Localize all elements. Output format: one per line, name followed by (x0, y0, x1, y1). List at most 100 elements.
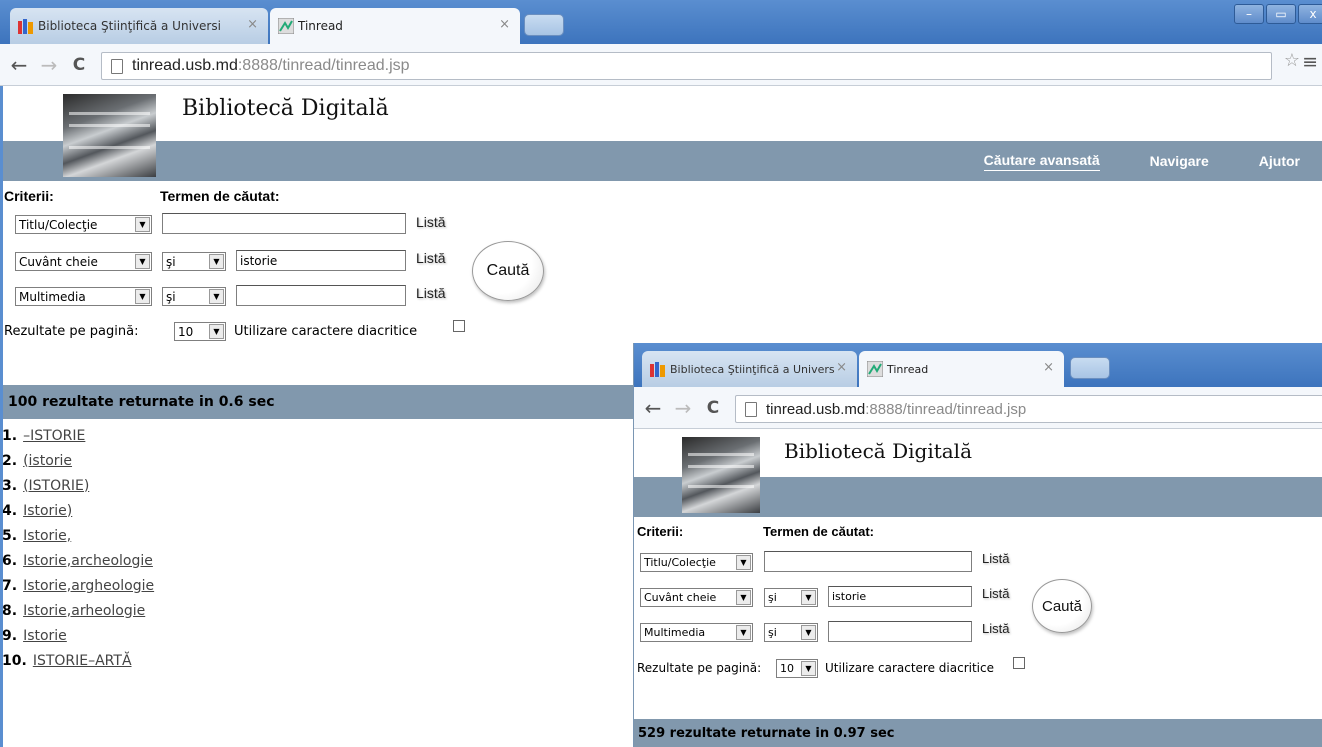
dropdown-arrow-icon: ▼ (135, 289, 150, 304)
site-logo (63, 94, 156, 177)
tinread-favicon-icon (866, 360, 884, 378)
result-link[interactable]: (ISTORIE) (23, 478, 89, 494)
term-label: Termen de căutat: (763, 524, 875, 539)
diacritics-checkbox[interactable] (1013, 657, 1025, 669)
url-host: tinread.usb.md (132, 57, 238, 74)
forward-button[interactable]: → (34, 53, 64, 77)
nav-browse[interactable]: Navigare (1150, 153, 1209, 169)
search-input-1[interactable] (764, 551, 972, 572)
tab-close-icon[interactable]: × (1043, 360, 1054, 375)
list-item: 10. ISTORIE–ARTĂ (2, 652, 132, 669)
tab-close-icon[interactable]: × (499, 17, 510, 32)
site-title: Bibliotecă Digitală (784, 439, 972, 463)
search-input-1[interactable] (162, 213, 406, 234)
criterion-select-3[interactable]: Multimedia ▼ (640, 623, 753, 642)
result-link[interactable]: Istorie (23, 628, 67, 644)
tab-close-icon[interactable]: × (836, 360, 847, 375)
diacritics-label: Utilizare caractere diacritice (825, 661, 994, 675)
result-link[interactable]: Istorie,arheologie (23, 603, 145, 619)
dropdown-arrow-icon: ▼ (736, 590, 751, 605)
results-list: 1. –ISTORIE 2. (istorie 3. (ISTORIE) 4. Isto… (0, 423, 640, 673)
dropdown-arrow-icon: ▼ (135, 217, 150, 232)
library-favicon-icon (650, 361, 666, 377)
lista-link-1[interactable]: Listă (982, 551, 1009, 566)
criterion-select-3[interactable]: Multimedia ▼ (15, 287, 152, 306)
per-page-label: Rezultate pe pagină: (4, 324, 139, 339)
result-link[interactable]: Istorie,argheologie (23, 578, 154, 594)
lista-link-3[interactable]: Listă (416, 285, 446, 301)
search-input-2[interactable]: istorie (828, 586, 972, 607)
address-bar[interactable]: tinread.usb.md:8888/tinread/tinread.jsp (735, 395, 1322, 423)
new-tab-button[interactable] (1070, 357, 1110, 379)
lista-link-1[interactable]: Listă (416, 214, 446, 230)
minimize-button[interactable]: – (1234, 4, 1264, 24)
search-input-2[interactable]: istorie (236, 250, 406, 271)
per-page-label: Rezultate pe pagină: (637, 661, 762, 675)
operator-select-2[interactable]: şi ▼ (162, 252, 226, 271)
criterion-select-1[interactable]: Titlu/Colecţie ▼ (15, 215, 152, 234)
criterion-select-2[interactable]: Cuvânt cheie ▼ (640, 588, 753, 607)
per-page-select[interactable]: 10 ▼ (174, 322, 226, 341)
site-header: Bibliotecă Digitală Căutare avansată Nav… (0, 86, 1322, 181)
close-window-button[interactable]: x (1298, 4, 1322, 24)
site-logo (682, 437, 760, 513)
result-link[interactable]: Istorie) (23, 503, 72, 519)
maximize-button[interactable]: ▭ (1266, 4, 1296, 24)
list-item: 7. Istorie,argheologie (2, 577, 155, 594)
nav-advanced-search[interactable]: Căutare avansată (983, 152, 1100, 171)
tab-tinread[interactable]: Tinread × (270, 8, 520, 44)
tab-title: Tinread (298, 19, 343, 33)
page-icon (111, 59, 123, 74)
dropdown-arrow-icon: ▼ (736, 625, 751, 640)
browser-window-secondary: Biblioteca Ştiinţifică a Universi × Tinr… (633, 343, 1322, 747)
operator-select-2[interactable]: şi ▼ (764, 588, 818, 607)
dropdown-arrow-icon: ▼ (209, 289, 224, 304)
menu-icon[interactable]: ≡ (1302, 51, 1318, 73)
search-input-3[interactable] (828, 621, 972, 642)
list-item: 2. (istorie (2, 452, 73, 469)
tab-tinread[interactable]: Tinread × (859, 351, 1064, 387)
tab-biblioteca[interactable]: Biblioteca Ştiinţifică a Universi × (642, 351, 857, 387)
reload-button[interactable]: C (698, 398, 728, 418)
lista-link-2[interactable]: Listă (416, 250, 446, 266)
library-favicon-icon (18, 18, 34, 34)
term-label: Termen de căutat: (160, 188, 280, 204)
lista-link-2[interactable]: Listă (982, 586, 1009, 601)
bookmark-star-icon[interactable]: ☆ (1284, 50, 1300, 71)
back-button[interactable]: ← (638, 396, 668, 420)
dropdown-arrow-icon: ▼ (801, 590, 816, 605)
lista-link-3[interactable]: Listă (982, 621, 1009, 636)
results-summary: 529 rezultate returnate in 0.97 sec (634, 719, 1322, 747)
result-link[interactable]: (istorie (23, 453, 72, 469)
address-bar[interactable]: tinread.usb.md:8888/tinread/tinread.jsp (101, 52, 1272, 80)
search-button[interactable]: Caută (1032, 579, 1092, 633)
tab-title: Tinread (887, 362, 929, 376)
criterion-select-2[interactable]: Cuvânt cheie ▼ (15, 252, 152, 271)
dropdown-arrow-icon: ▼ (736, 555, 751, 570)
operator-select-3[interactable]: şi ▼ (764, 623, 818, 642)
diacritics-checkbox[interactable] (453, 320, 465, 332)
operator-select-3[interactable]: şi ▼ (162, 287, 226, 306)
criteria-label: Criterii: (4, 188, 54, 204)
reload-button[interactable]: C (64, 55, 94, 75)
dropdown-arrow-icon: ▼ (209, 254, 224, 269)
criteria-label: Criterii: (637, 524, 684, 539)
criterion-select-1[interactable]: Titlu/Colecţie ▼ (640, 553, 753, 572)
tab-biblioteca[interactable]: Biblioteca Ştiinţifică a Universi × (10, 8, 268, 44)
search-input-3[interactable] (236, 285, 406, 306)
list-item: 1. –ISTORIE (2, 427, 86, 444)
nav-help[interactable]: Ajutor (1259, 153, 1300, 169)
tab-close-icon[interactable]: × (247, 17, 258, 32)
new-tab-button[interactable] (524, 14, 564, 36)
tab-title: Biblioteca Ştiinţifică a Universi (670, 362, 835, 376)
back-button[interactable]: ← (4, 53, 34, 77)
window-controls: – ▭ x (1234, 4, 1322, 24)
result-link[interactable]: ISTORIE–ARTĂ (33, 653, 132, 669)
site-title: Bibliotecă Digitală (182, 96, 389, 121)
result-link[interactable]: –ISTORIE (23, 428, 85, 444)
result-link[interactable]: Istorie, (23, 528, 71, 544)
search-button[interactable]: Caută (472, 241, 544, 301)
per-page-select[interactable]: 10 ▼ (776, 659, 818, 678)
forward-button[interactable]: → (668, 396, 698, 420)
result-link[interactable]: Istorie,archeologie (23, 553, 153, 569)
